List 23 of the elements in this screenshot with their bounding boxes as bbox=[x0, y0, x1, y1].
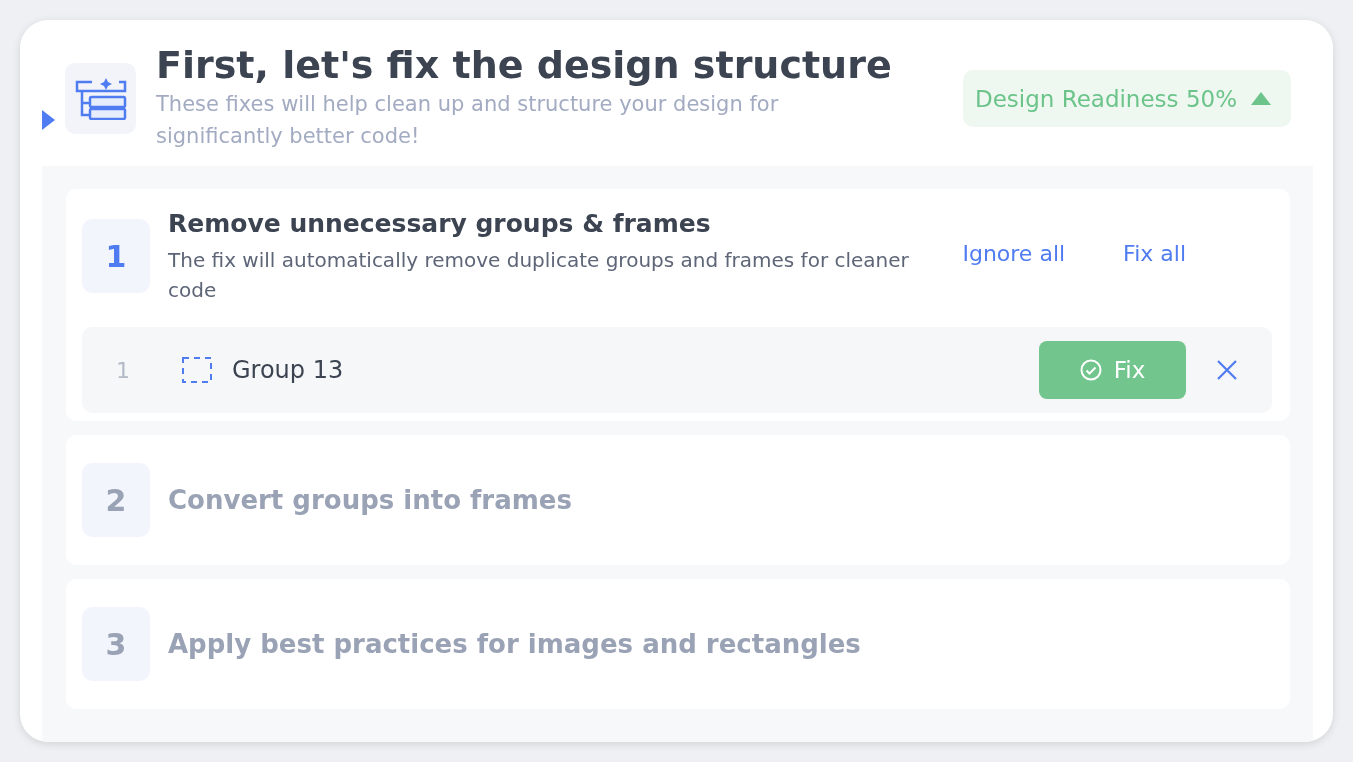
readiness-badge[interactable]: Design Readiness 50% bbox=[962, 70, 1291, 127]
caret-icon bbox=[1251, 92, 1271, 105]
check-circle-icon bbox=[1079, 359, 1102, 381]
caret-icon[interactable] bbox=[42, 110, 55, 130]
section-title: First, let's fix the design structure bbox=[156, 42, 893, 88]
section-subtitle: These fixes will help clean up and structure your design for significantly better code! bbox=[156, 91, 780, 150]
fix-button[interactable]: Fix bbox=[1039, 341, 1186, 399]
layer-name: Group 13 bbox=[232, 356, 345, 384]
step-card[interactable]: 2 Convert groups into frames bbox=[66, 435, 1290, 565]
step-title: Apply best practices for images and rectangles bbox=[168, 628, 862, 661]
row-index: 1 bbox=[116, 357, 131, 383]
step-number: 3 bbox=[82, 607, 150, 681]
step-title: Convert groups into frames bbox=[168, 484, 573, 517]
step-title: Remove unnecessary groups & frames bbox=[168, 208, 712, 240]
step-card[interactable]: 1 Remove unnecessary groups & frames The fix will automatically remove duplicate groups and frames for cleaner code Ignore all Fix all 1 Group 13 Fix bbox=[66, 189, 1290, 421]
step-number: 2 bbox=[82, 463, 150, 537]
dashed-square-icon bbox=[182, 357, 212, 383]
step-card[interactable]: 3 Apply best practices for images and rectangles bbox=[66, 579, 1290, 709]
step-description: The fix will automatically remove duplicate groups and frames for cleaner code bbox=[168, 247, 910, 304]
step-number: 1 bbox=[82, 219, 150, 293]
ignore-all-link[interactable]: Ignore all bbox=[962, 241, 1066, 266]
fix-all-link[interactable]: Fix all bbox=[1123, 241, 1186, 266]
structure-icon bbox=[65, 63, 136, 134]
